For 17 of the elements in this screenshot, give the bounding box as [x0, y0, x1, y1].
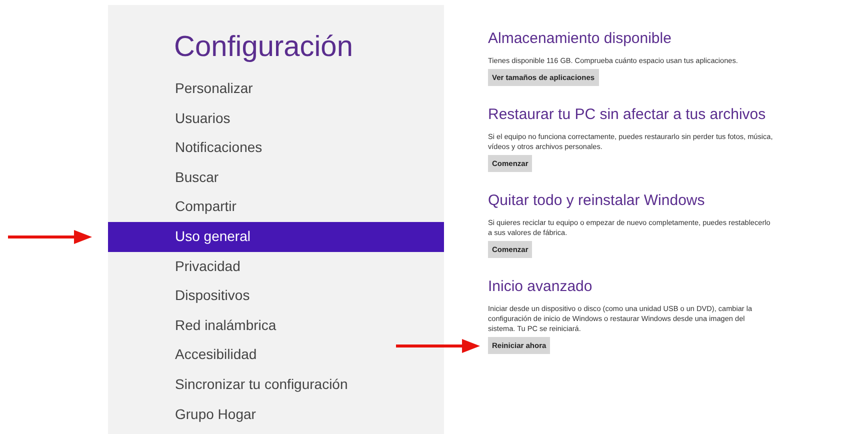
settings-menu-item[interactable]: Buscar: [108, 162, 444, 192]
section-heading: Inicio avanzado: [488, 278, 594, 295]
settings-menu-item[interactable]: Red inalámbrica: [108, 310, 444, 340]
settings-menu-item[interactable]: Personalizar: [108, 74, 444, 104]
settings-menu-item[interactable]: Notificaciones: [108, 133, 444, 163]
settings-menu-item[interactable]: Compartir: [108, 192, 444, 222]
arrow-icon: [8, 230, 92, 244]
section-heading: Restaurar tu PC sin afectar a tus archivos: [488, 106, 767, 123]
settings-menu-item[interactable]: Usuarios: [108, 104, 444, 134]
settings-menu-item[interactable]: Privacidad: [108, 252, 444, 282]
section-heading: Quitar todo y reinstalar Windows: [488, 192, 706, 209]
settings-menu-item[interactable]: Sincronizar tu configuración: [108, 370, 444, 400]
settings-menu-item[interactable]: Dispositivos: [108, 281, 444, 311]
settings-menu-item[interactable]: Accesibilidad: [108, 340, 444, 370]
section-heading: Almacenamiento disponible: [488, 30, 672, 47]
settings-menu-item[interactable]: Grupo Hogar: [108, 400, 444, 430]
settings-title: Configuración: [173, 31, 354, 64]
